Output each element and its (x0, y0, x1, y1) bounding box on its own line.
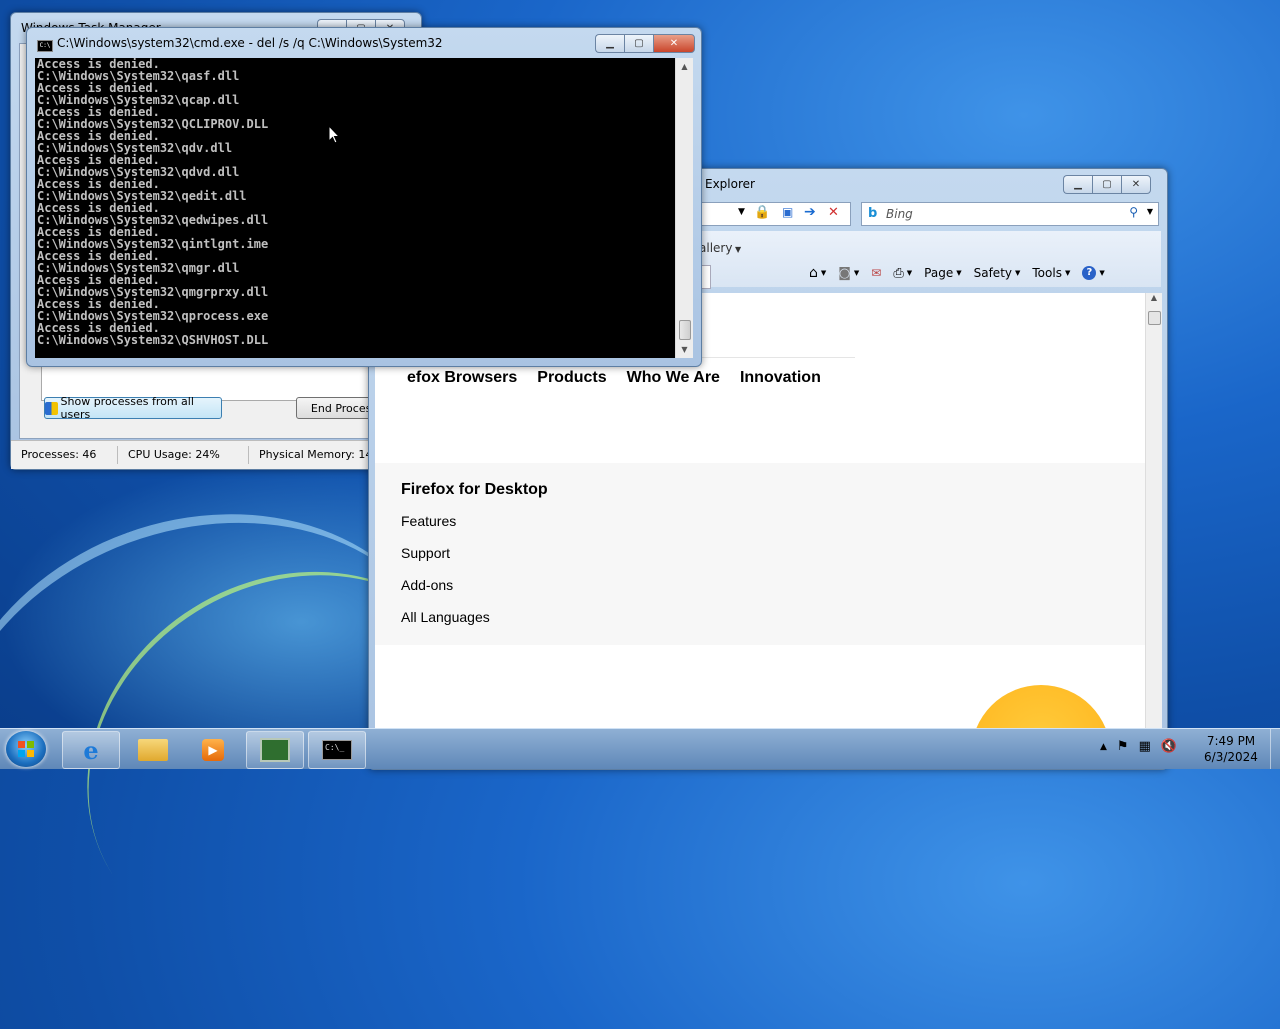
scroll-thumb[interactable] (679, 320, 691, 340)
page-menu-label: Page (924, 266, 954, 280)
system-tray: ▲ ⚑ ▦ 🔇 (1100, 739, 1187, 754)
scroll-thumb[interactable] (1148, 311, 1161, 325)
show-hidden-icons-icon[interactable]: ▲ (1100, 742, 1107, 752)
minimize-icon[interactable]: ▁ (1063, 175, 1092, 194)
decorative-sun-graphic (971, 685, 1111, 733)
safety-menu[interactable]: Safety ▼ (974, 266, 1021, 280)
task-manager-statusbar: Processes: 46 CPU Usage: 24% Physical Me… (11, 440, 421, 469)
search-box[interactable]: b Bing ⚲ ▼ (861, 202, 1159, 226)
ie-caption-buttons: ▁ ▢ ✕ (1063, 175, 1151, 194)
safety-menu-label: Safety (973, 266, 1012, 280)
search-placeholder: Bing (886, 207, 913, 221)
scroll-up-icon[interactable]: ▲ (1146, 293, 1162, 307)
mail-button[interactable]: ✉ (871, 266, 881, 280)
volume-muted-icon[interactable]: 🔇 (1161, 739, 1177, 754)
compatibility-icon[interactable]: ▣ (782, 205, 793, 219)
tab-edge[interactable] (701, 265, 711, 289)
taskbar-cmd[interactable]: C:\_ (308, 731, 366, 769)
console-text: Access is denied. C:\Windows\System32\qa… (37, 58, 269, 347)
console-icon: C:\ (37, 40, 53, 52)
feeds-button[interactable]: ◙ ▼ (838, 266, 859, 281)
taskbar-media-player[interactable]: ▶ (184, 731, 242, 769)
close-icon[interactable]: ✕ (653, 34, 695, 53)
internet-explorer-icon: e (83, 735, 99, 765)
lock-icon[interactable]: 🔒 (754, 205, 770, 220)
home-button[interactable]: ⌂ ▼ (809, 265, 826, 281)
network-icon[interactable]: ▦ (1139, 739, 1151, 754)
help-icon: ? (1082, 266, 1097, 280)
tools-menu-label: Tools (1032, 266, 1062, 280)
uac-shield-icon (45, 401, 58, 415)
print-button[interactable]: ⎙ ▼ (893, 266, 912, 281)
nav-products[interactable]: Products (537, 369, 606, 387)
nav-who-we-are[interactable]: Who We Are (627, 369, 720, 387)
stop-icon[interactable]: ✕ (828, 205, 839, 220)
maximize-icon[interactable]: ▢ (624, 34, 653, 53)
search-dropdown-icon[interactable]: ▼ (1147, 207, 1153, 216)
windows-logo-icon (18, 741, 34, 757)
firefox-desktop-panel: Firefox for Desktop Features Support Add… (375, 463, 1145, 645)
gallery-link[interactable]: allery ▼ (699, 241, 741, 255)
link-add-ons[interactable]: Add-ons (401, 577, 453, 593)
maximize-icon[interactable]: ▢ (1092, 175, 1121, 194)
show-all-users-button[interactable]: Show processes from all users (44, 395, 222, 421)
scroll-up-icon[interactable]: ▲ (676, 58, 693, 75)
link-all-languages[interactable]: All Languages (401, 609, 490, 625)
show-all-users-label: Show processes from all users (60, 395, 194, 421)
show-desktop-button[interactable] (1270, 729, 1280, 769)
cmd-caption-buttons: ▁ ▢ ✕ (595, 34, 695, 53)
taskbar-ie[interactable]: e (62, 731, 120, 769)
cmd-icon: C:\_ (322, 740, 352, 760)
mail-icon: ✉ (871, 266, 882, 280)
clock-time: 7:49 PM (1206, 734, 1256, 748)
console-output[interactable]: Access is denied. C:\Windows\System32\qa… (35, 58, 675, 358)
bing-icon: b (868, 206, 878, 221)
console-scrollbar[interactable]: ▲ ▼ (675, 58, 693, 358)
taskbar-explorer[interactable] (124, 731, 182, 769)
cmd-window[interactable]: C:\ C:\Windows\system32\cmd.exe - del /s… (26, 27, 702, 367)
help-menu[interactable]: ? ▼ (1082, 266, 1105, 280)
close-icon[interactable]: ✕ (1121, 175, 1151, 194)
tools-menu[interactable]: Tools ▼ (1032, 266, 1070, 280)
status-processes: Processes: 46 (11, 446, 118, 464)
start-button[interactable] (6, 731, 46, 767)
ie-vertical-scrollbar[interactable]: ▲ (1145, 293, 1162, 733)
refresh-icon[interactable]: ➔ (804, 204, 816, 220)
clock-date: 6/3/2024 (1204, 750, 1258, 764)
action-center-flag-icon[interactable]: ⚑ (1117, 739, 1129, 754)
nav-innovation[interactable]: Innovation (740, 369, 821, 387)
taskbar: e ▶ C:\_ ▲ ⚑ ▦ 🔇 7:49 PM 6/3/2024 (0, 728, 1280, 769)
printer-icon: ⎙ (893, 265, 904, 281)
scroll-down-icon[interactable]: ▼ (676, 341, 693, 358)
gallery-label: allery (699, 241, 733, 255)
rss-icon: ◙ (838, 265, 851, 281)
mouse-cursor-icon (328, 125, 340, 144)
nav-firefox-browsers[interactable]: efox Browsers (407, 369, 517, 387)
ie-title: Explorer (705, 177, 755, 191)
home-icon: ⌂ (809, 265, 818, 281)
cmd-title: C:\Windows\system32\cmd.exe - del /s /q … (57, 36, 443, 50)
link-features[interactable]: Features (401, 513, 456, 529)
search-icon[interactable]: ⚲ (1129, 205, 1138, 219)
address-bar[interactable]: ▼ 🔒 ▣ ➔ ✕ (699, 202, 851, 226)
minimize-icon[interactable]: ▁ (595, 34, 624, 53)
panel-heading: Firefox for Desktop (401, 481, 548, 498)
taskbar-task-manager[interactable] (246, 731, 304, 769)
page-menu[interactable]: Page ▼ (924, 266, 961, 280)
status-cpu: CPU Usage: 24% (118, 446, 249, 464)
clock[interactable]: 7:49 PM 6/3/2024 (1196, 733, 1266, 765)
site-nav: efox Browsers Products Who We Are Innova… (407, 369, 841, 387)
task-manager-icon (260, 738, 290, 762)
folder-icon (138, 739, 168, 761)
link-support[interactable]: Support (401, 545, 450, 561)
command-bar: ⌂ ▼ ◙ ▼ ✉ ⎙ ▼ Page ▼ Safety ▼ Tools ▼ ? ▼ (809, 265, 1117, 281)
media-player-icon: ▶ (202, 739, 224, 761)
dropdown-arrow-icon[interactable]: ▼ (738, 207, 745, 217)
